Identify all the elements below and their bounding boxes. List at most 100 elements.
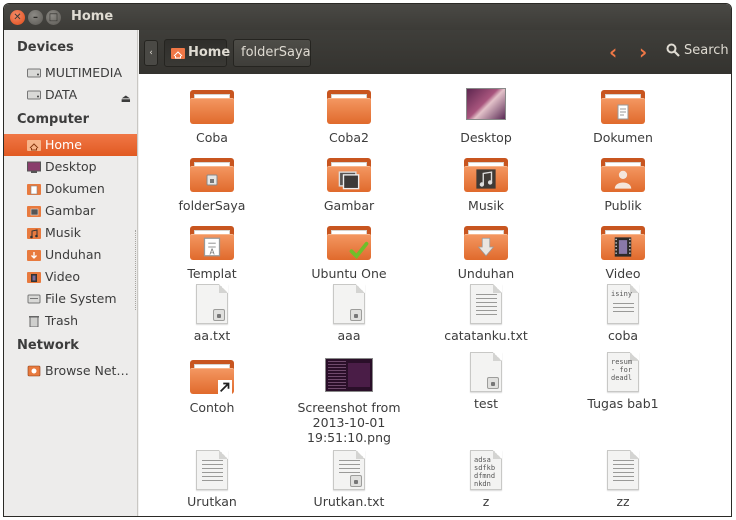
downloads-icon [27, 250, 41, 261]
file-name: Tugas bab1 [587, 396, 659, 411]
file-item-tugas-bab1[interactable]: resum - for deadl Tugas bab1 [555, 352, 691, 411]
file-item-urutkan[interactable]: Urutkan [144, 450, 280, 509]
drive-icon [27, 68, 41, 78]
sidebar-item-unduhan[interactable]: Unduhan [4, 244, 137, 266]
sidebar-item-video[interactable]: Video [4, 266, 137, 288]
file-item-unduhan[interactable]: Unduhan [418, 222, 554, 281]
file-item-contoh[interactable]: Contoh [144, 356, 280, 415]
sidebar-resize-handle[interactable] [135, 230, 138, 310]
desktop-icon [27, 161, 41, 173]
search-button[interactable]: Search [666, 43, 729, 58]
file-item-video[interactable]: Video [555, 222, 691, 281]
close-window-button[interactable]: ✕ [10, 10, 25, 25]
file-item-aa-txt[interactable]: aa.txt [144, 284, 280, 343]
back-button[interactable]: ‹ [609, 40, 617, 64]
music-icon [27, 228, 41, 239]
videos-folder-icon [601, 224, 645, 260]
places-sidebar: Devices MULTIMEDIA DATA ⏏ Computer Home … [4, 30, 138, 516]
sidebar-item-label: Unduhan [45, 247, 102, 262]
file-manager-window: ✕ – □ Home Devices MULTIMEDIA DATA ⏏ Com… [3, 3, 732, 517]
templates-folder-icon: A [190, 224, 234, 260]
file-item-gambar[interactable]: Gambar [281, 154, 417, 213]
sidebar-heading-network: Network [17, 338, 79, 353]
scroll-breadcrumbs-left-button[interactable]: ‹ [144, 40, 158, 66]
file-name: Templat [187, 266, 237, 281]
downloads-folder-icon [464, 224, 508, 260]
svg-text:A: A [210, 248, 216, 257]
breadcrumb-home[interactable]: Home [164, 39, 231, 67]
file-item-coba2[interactable]: Coba2 [281, 86, 417, 145]
sidebar-item-file-system[interactable]: File System [4, 288, 137, 310]
lock-icon [350, 475, 362, 487]
sidebar-item-home[interactable]: Home [4, 134, 137, 156]
file-name: Publik [604, 198, 642, 213]
file-item-publik[interactable]: Publik [555, 154, 691, 213]
sidebar-item-musik[interactable]: Musik [4, 222, 137, 244]
locked-text-file-icon [196, 284, 228, 324]
sidebar-item-gambar[interactable]: Gambar [4, 200, 137, 222]
sidebar-item-dokumen[interactable]: Dokumen [4, 178, 137, 200]
file-item-aaa[interactable]: aaa [281, 284, 417, 343]
file-item-zz[interactable]: zz [555, 450, 691, 509]
locked-folder-icon [190, 156, 234, 192]
file-item-urutkan-txt[interactable]: Urutkan.txt [281, 450, 417, 509]
file-item-foldersaya[interactable]: folderSaya [144, 154, 280, 213]
title-bar[interactable]: ✕ – □ Home [4, 4, 731, 30]
sidebar-item-trash[interactable]: Trash [4, 310, 137, 332]
sidebar-item-label: Video [45, 269, 81, 284]
network-icon [27, 365, 41, 377]
breadcrumb-label: folderSaya [241, 45, 311, 60]
file-name: coba [607, 328, 639, 343]
breadcrumb-foldersaya[interactable]: folderSaya [233, 39, 311, 67]
sidebar-item-browse-network[interactable]: Browse Net… [4, 360, 137, 382]
file-item-musik[interactable]: Musik [418, 154, 554, 213]
sidebar-item-label: Gambar [45, 203, 96, 218]
sidebar-item-label: Home [45, 137, 82, 152]
sidebar-item-label: Trash [45, 313, 79, 328]
file-name: z [482, 494, 490, 509]
minimize-window-button[interactable]: – [28, 10, 43, 25]
breadcrumb-label: Home [188, 45, 231, 60]
pictures-icon [27, 206, 41, 217]
sidebar-item-label: Browse Net… [45, 363, 129, 378]
search-icon [666, 43, 680, 57]
file-item-z[interactable]: adsa sdfkb dfmnd nkdn z [418, 450, 554, 509]
music-folder-icon [464, 156, 508, 192]
file-item-dokumen[interactable]: Dokumen [555, 86, 691, 145]
sidebar-item-multimedia[interactable]: MULTIMEDIA [4, 62, 137, 84]
file-item-templat[interactable]: A Templat [144, 222, 280, 281]
file-item-desktop[interactable]: Desktop [418, 86, 554, 145]
sidebar-item-label: Desktop [45, 159, 97, 174]
text-file-icon: resum - for deadl [607, 352, 639, 392]
file-view[interactable]: Coba Coba2 Desktop Dokumen folderSaya Ga… [139, 74, 731, 516]
file-name: Video [605, 266, 641, 281]
sidebar-item-data[interactable]: DATA ⏏ [4, 84, 137, 106]
file-name: Coba [196, 130, 228, 145]
sidebar-item-desktop[interactable]: Desktop [4, 156, 137, 178]
file-item-ubuntu-one[interactable]: Ubuntu One [281, 222, 417, 281]
file-item-screenshot[interactable]: Screenshot from 2013-10-01 19:51:10.png [281, 356, 417, 445]
lock-icon [213, 309, 225, 321]
sidebar-heading-computer: Computer [17, 112, 90, 127]
synced-folder-icon [327, 224, 371, 260]
file-item-coba-file[interactable]: isiny coba [555, 284, 691, 343]
locked-text-file-icon [333, 284, 365, 324]
maximize-window-button[interactable]: □ [46, 10, 61, 25]
trash-icon [29, 316, 39, 327]
linked-folder-icon [190, 358, 234, 394]
image-thumbnail-icon [325, 358, 373, 392]
file-name: Musik [468, 198, 504, 213]
file-name: catatanku.txt [444, 328, 528, 343]
file-item-test[interactable]: test [418, 352, 554, 411]
file-item-coba[interactable]: Coba [144, 86, 280, 145]
eject-icon[interactable]: ⏏ [121, 88, 131, 106]
file-item-catatanku-txt[interactable]: catatanku.txt [418, 284, 554, 343]
text-file-icon: isiny [607, 284, 639, 324]
forward-button[interactable]: › [639, 40, 647, 64]
text-preview: isiny [611, 290, 633, 298]
text-file-icon: adsa sdfkb dfmnd nkdn [470, 450, 502, 490]
file-name: Screenshot from 2013-10-01 19:51:10.png [297, 400, 401, 445]
desktop-thumbnail-icon [466, 88, 506, 120]
file-name: Gambar [323, 198, 375, 213]
window-title: Home [71, 9, 114, 24]
